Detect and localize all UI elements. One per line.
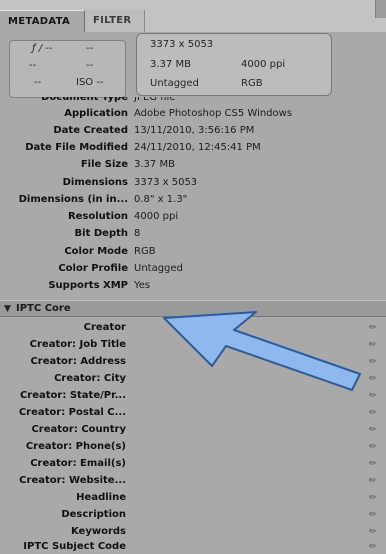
exposure-comp-value: -- xyxy=(29,60,37,71)
property-label: Supports XMP xyxy=(48,280,128,291)
iptc-field-label: Creator: Address xyxy=(30,356,126,367)
quick-dimensions: 3373 x 5053 xyxy=(150,39,214,50)
metering-value: -- xyxy=(86,60,94,71)
property-label: File Size xyxy=(80,159,128,170)
iptc-field-row[interactable]: Keywords ✏ xyxy=(0,523,386,541)
iptc-field-label: Creator: Email(s) xyxy=(30,458,126,469)
pencil-icon[interactable]: ✏ xyxy=(369,438,377,456)
iptc-field-label: IPTC Subject Code xyxy=(23,542,126,552)
property-row: Date File Modified 24/11/2010, 12:45:41 … xyxy=(0,140,386,156)
pencil-icon[interactable]: ✏ xyxy=(369,523,377,541)
iptc-field-row[interactable]: Description ✏ xyxy=(0,506,386,524)
scrollbar-top[interactable] xyxy=(375,0,386,18)
annotation-arrow-icon xyxy=(163,311,361,391)
property-row: Color Mode RGB xyxy=(0,244,386,260)
camera-data-box xyxy=(9,40,126,98)
iptc-field-row[interactable]: Creator: Country ✏ xyxy=(0,421,386,439)
property-row: Dimensions 3373 x 5053 xyxy=(0,175,386,191)
iptc-field-label: Creator: Job Title xyxy=(29,339,126,350)
quick-file-size: 3.37 MB xyxy=(150,59,191,70)
iptc-field-row[interactable]: Creator: Website... ✏ xyxy=(0,472,386,490)
section-title: IPTC Core xyxy=(16,303,71,314)
iptc-field-row[interactable]: Creator: Email(s) ✏ xyxy=(0,455,386,473)
property-label: Dimensions (in in... xyxy=(18,194,128,205)
property-value: 3373 x 5053 xyxy=(134,177,198,188)
property-row: Document Type JPEG file xyxy=(0,97,386,106)
iptc-field-label: Creator xyxy=(83,322,126,333)
iptc-field-label: Creator: State/Pr... xyxy=(19,390,126,401)
iptc-field-row[interactable]: Headline ✏ xyxy=(0,489,386,507)
quick-color-profile: Untagged xyxy=(150,78,199,89)
property-value: Untagged xyxy=(134,263,183,274)
tab-filter[interactable]: FILTER xyxy=(85,10,145,32)
pencil-icon[interactable]: ✏ xyxy=(369,404,377,422)
property-label: Color Profile xyxy=(58,263,128,274)
iptc-field-label: Creator: Phone(s) xyxy=(25,441,126,452)
quick-resolution: 4000 ppi xyxy=(241,59,286,70)
property-row: Resolution 4000 ppi xyxy=(0,209,386,225)
iptc-field-row[interactable]: Creator: Postal C... ✏ xyxy=(0,404,386,422)
property-value: Adobe Photoshop CS5 Windows xyxy=(134,108,293,119)
property-value: 24/11/2010, 12:45:41 PM xyxy=(134,142,261,153)
fnumber-value: ƒ / -- xyxy=(32,43,53,54)
pencil-icon[interactable]: ✏ xyxy=(369,489,377,507)
iptc-field-label: Creator: Country xyxy=(31,424,126,435)
iptc-field-label: Headline xyxy=(76,492,126,503)
iptc-field-label: Creator: Postal C... xyxy=(18,407,126,418)
property-row-clipped: Document Type JPEG file xyxy=(0,97,386,106)
property-label: Resolution xyxy=(67,211,128,222)
property-label: Color Mode xyxy=(64,246,128,257)
property-row: Dimensions (in in... 0.8" x 1.3" xyxy=(0,192,386,208)
property-row: Color Profile Untagged xyxy=(0,261,386,277)
property-value: 4000 ppi xyxy=(134,211,179,222)
property-row: Bit Depth 8 xyxy=(0,226,386,242)
iptc-field-label: Keywords xyxy=(70,526,126,537)
property-value: 3.37 MB xyxy=(134,159,175,170)
pencil-icon[interactable]: ✏ xyxy=(369,472,377,490)
property-value: JPEG file xyxy=(134,97,176,103)
pencil-icon[interactable]: ✏ xyxy=(369,421,377,439)
property-value: 13/11/2010, 3:56:16 PM xyxy=(134,125,255,136)
pencil-icon[interactable]: ✏ xyxy=(369,506,377,524)
property-row: File Size 3.37 MB xyxy=(0,157,386,173)
property-label: Document Type xyxy=(41,97,128,103)
tab-metadata[interactable]: METADATA xyxy=(0,10,85,32)
triangle-down-icon[interactable]: ▼ xyxy=(4,301,11,317)
iptc-field-label: Creator: Website... xyxy=(19,475,126,486)
property-label: Application xyxy=(64,108,128,119)
property-row: Date Created 13/11/2010, 3:56:16 PM xyxy=(0,123,386,139)
pencil-icon[interactable]: ✏ xyxy=(369,370,377,388)
property-value: 8 xyxy=(134,228,141,239)
iptc-field-row[interactable]: Creator: Phone(s) ✏ xyxy=(0,438,386,456)
pencil-icon[interactable]: ✏ xyxy=(369,387,377,405)
panel-tab-bar: METADATA FILTER xyxy=(0,0,386,32)
iso-value: ISO -- xyxy=(76,77,104,88)
pencil-icon[interactable]: ✏ xyxy=(369,353,377,371)
pencil-icon[interactable]: ✏ xyxy=(369,455,377,473)
iptc-field-label: Description xyxy=(61,509,126,520)
pencil-icon[interactable]: ✏ xyxy=(369,336,377,354)
property-value: RGB xyxy=(134,246,156,257)
iptc-field-row-clipped[interactable]: IPTC Subject Code ✏ xyxy=(0,542,386,554)
shutter-value: -- xyxy=(86,43,94,54)
property-row: Application Adobe Photoshop CS5 Windows xyxy=(0,106,386,122)
property-label: Date Created xyxy=(53,125,128,136)
pencil-icon[interactable]: ✏ xyxy=(369,542,377,554)
property-value: 0.8" x 1.3" xyxy=(134,194,188,205)
white-balance-value: -- xyxy=(34,77,42,88)
property-label: Bit Depth xyxy=(74,228,128,239)
property-value: Yes xyxy=(134,280,151,291)
property-label: Dimensions xyxy=(62,177,128,188)
iptc-field-label: Creator: City xyxy=(54,373,126,384)
quick-color-mode: RGB xyxy=(241,78,263,89)
pencil-icon[interactable]: ✏ xyxy=(369,319,377,337)
property-label: Date File Modified xyxy=(25,142,128,153)
property-row: Supports XMP Yes xyxy=(0,278,386,294)
